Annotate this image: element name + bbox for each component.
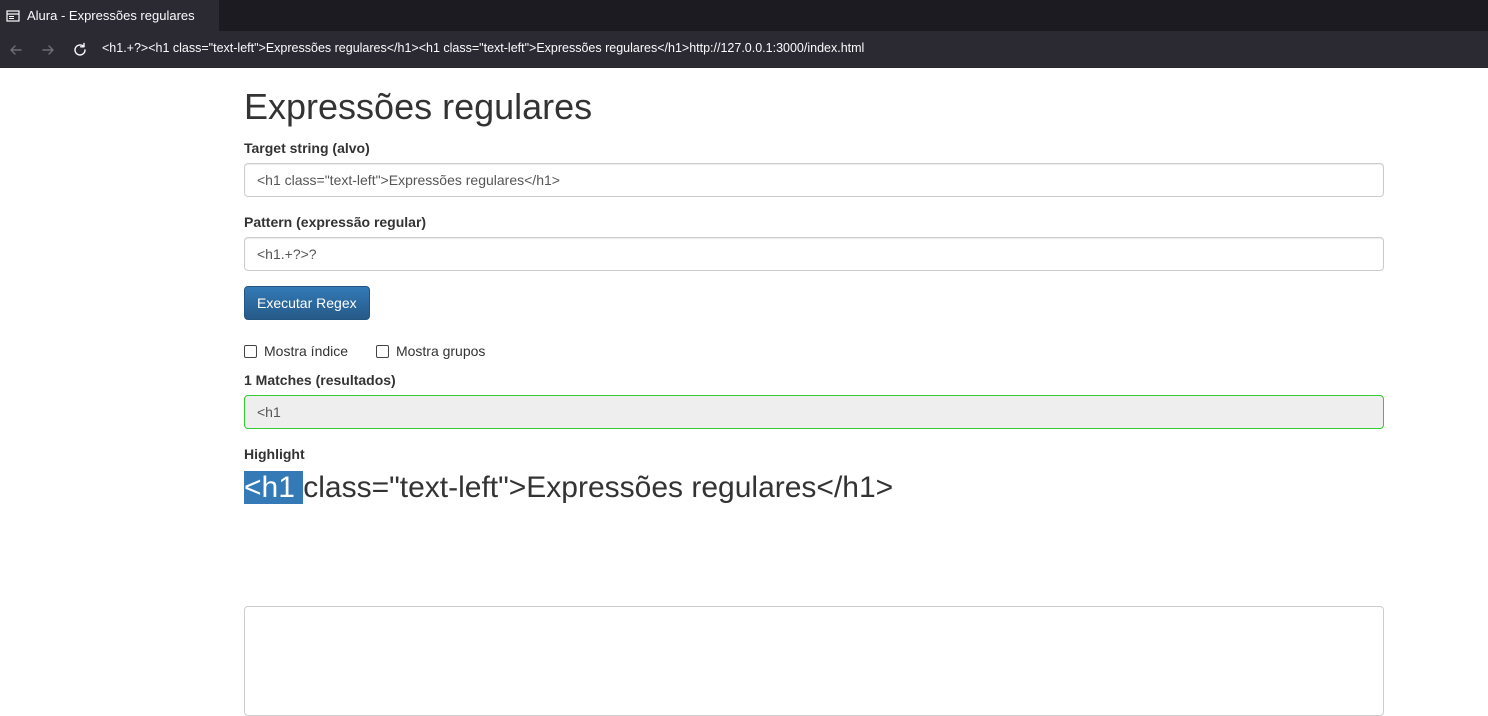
- highlight-label: Highlight: [244, 446, 305, 462]
- highlight-rest: class="text-left">Expressões regulares</…: [303, 471, 894, 504]
- target-input[interactable]: [244, 163, 1384, 197]
- page-icon: [6, 9, 20, 23]
- show-index-checkbox[interactable]: [244, 344, 257, 358]
- matches-label: 1 Matches (resultados): [244, 372, 396, 388]
- pattern-label: Pattern (expressão regular): [244, 214, 427, 230]
- tab-title: Alura - Expressões regulares: [27, 8, 195, 23]
- execute-regex-button[interactable]: Executar Regex: [244, 286, 370, 320]
- highlight-output: <h1 class="text-left">Expressões regular…: [244, 471, 893, 505]
- arrow-left-icon: [10, 45, 22, 55]
- browser-tab-bar: Alura - Expressões regulares: [0, 0, 1488, 31]
- show-groups-checkbox[interactable]: [375, 344, 389, 358]
- target-label: Target string (alvo): [244, 140, 370, 156]
- options-row: Mostra índice Mostra grupos: [244, 343, 509, 361]
- browser-tab[interactable]: Alura - Expressões regulares: [0, 0, 219, 31]
- reload-icon: [74, 42, 86, 56]
- reload-button[interactable]: [70, 40, 90, 60]
- matches-output[interactable]: [244, 395, 1384, 429]
- show-groups-label: Mostra grupos: [395, 343, 486, 359]
- show-index-label: Mostra índice: [264, 343, 349, 359]
- pattern-input[interactable]: [244, 237, 1384, 271]
- arrow-right-icon: [42, 45, 54, 55]
- back-button[interactable]: [6, 40, 26, 60]
- output-textarea[interactable]: [244, 606, 1384, 716]
- show-index-option[interactable]: Mostra índice: [244, 343, 348, 359]
- browser-nav-bar: <h1.+?><h1 class="text-left">Expressões …: [0, 31, 1488, 68]
- address-bar[interactable]: <h1.+?><h1 class="text-left">Expressões …: [102, 41, 864, 55]
- show-groups-option[interactable]: Mostra grupos: [375, 343, 486, 359]
- forward-button[interactable]: [38, 40, 58, 60]
- highlight-match: <h1: [244, 471, 304, 504]
- page-title: Expressões regulares: [244, 86, 593, 127]
